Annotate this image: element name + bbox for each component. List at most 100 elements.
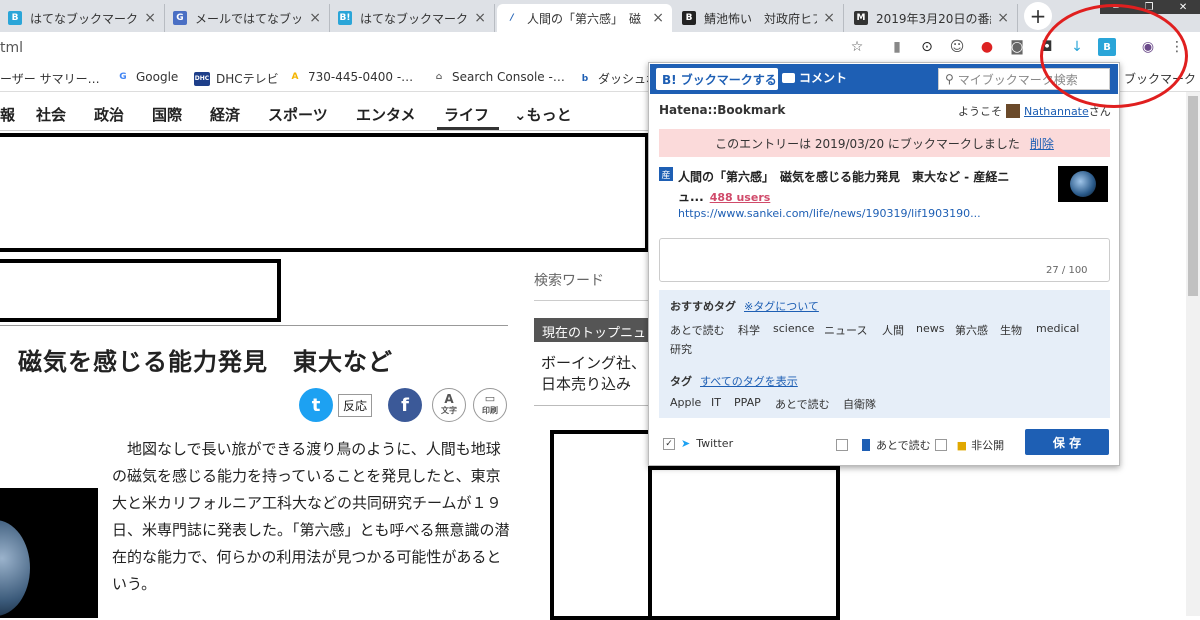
extension-icon[interactable]: ⊙ bbox=[918, 38, 936, 56]
user-tag[interactable]: PPAP bbox=[734, 396, 761, 409]
redacted-ad-box bbox=[0, 133, 649, 252]
browser-tab[interactable]: M 2019年3月20日の番組 × bbox=[846, 4, 1018, 32]
nav-item[interactable]: 報 bbox=[0, 104, 15, 125]
browser-tab[interactable]: B 鯖池怖い 対政府ヒア × bbox=[674, 4, 844, 32]
nav-item-active[interactable]: ライフ bbox=[444, 104, 489, 125]
twitter-share-option[interactable]: ✓ ➤ Twitter bbox=[663, 437, 733, 450]
bookmark-options: あとで読む ■ 非公開 bbox=[836, 437, 1004, 453]
bookmark-tab-button[interactable]: B! ブックマークする bbox=[656, 68, 778, 90]
close-icon[interactable]: × bbox=[309, 10, 321, 26]
recommended-tags-header: おすすめタグ ※タグについて bbox=[670, 298, 819, 314]
camera-icon[interactable]: ◙ bbox=[1008, 38, 1026, 56]
reaction-button[interactable]: 反応 bbox=[338, 394, 373, 417]
bookmark-item[interactable]: G Google bbox=[116, 70, 178, 84]
bookmark-item[interactable]: ⌂ Search Console -… bbox=[432, 70, 565, 84]
scrollbar-thumb[interactable] bbox=[1188, 96, 1198, 296]
entry-users-link[interactable]: 488 users bbox=[710, 191, 771, 204]
entry-title[interactable]: 人間の「第六感」 磁気を感じる能力発見 東大など - 産経ニュ... 488 us… bbox=[678, 167, 1050, 208]
comment-label: コメント bbox=[799, 71, 848, 85]
print-button[interactable]: ▭ 印刷 bbox=[473, 388, 507, 422]
read-later-checkbox[interactable] bbox=[836, 439, 848, 451]
record-icon[interactable]: ● bbox=[978, 38, 996, 56]
browser-tab-active[interactable]: / 人間の「第六感」 磁 × bbox=[497, 4, 672, 32]
nav-item[interactable]: スポーツ bbox=[268, 104, 328, 125]
bookmark-label: 730-445-0400 -… bbox=[308, 70, 414, 84]
char-counter: 27 / 100 bbox=[1046, 265, 1088, 276]
show-all-tags-link[interactable]: すべてのタグを表示 bbox=[700, 375, 798, 388]
bookmark-label: ーザー サマリー… bbox=[0, 72, 100, 86]
tab-title: 人間の「第六感」 磁 bbox=[527, 11, 642, 26]
close-icon[interactable]: × bbox=[474, 10, 486, 26]
search-icon: ⚲ bbox=[945, 72, 954, 86]
bookmark-item[interactable]: DHC DHCテレビ bbox=[194, 70, 279, 87]
recommended-tag[interactable]: 科学 bbox=[738, 322, 760, 338]
recommended-tag[interactable]: 研究 bbox=[670, 341, 692, 357]
bookmarked-notice: このエントリーは 2019/03/20 にブックマークしました 削除 bbox=[659, 129, 1110, 157]
recommended-tag[interactable]: medical bbox=[1036, 322, 1079, 335]
browser-tab[interactable]: B! はてなブックマーク - × bbox=[330, 4, 495, 32]
google-icon: G bbox=[119, 72, 127, 82]
user-tag[interactable]: IT bbox=[711, 396, 721, 409]
extension-icon[interactable]: ☺ bbox=[948, 38, 966, 56]
tab-title: 2019年3月20日の番組 bbox=[876, 11, 992, 26]
read-later-label: あとで読む bbox=[876, 439, 931, 452]
comment-textarea[interactable] bbox=[659, 238, 1110, 282]
news-item-link[interactable]: ボーイング社、日本売り込み bbox=[541, 353, 650, 395]
bookmark-item[interactable]: A 730-445-0400 -… bbox=[288, 70, 414, 84]
close-icon[interactable]: × bbox=[144, 10, 156, 26]
nav-active-indicator bbox=[437, 127, 499, 130]
tab-favicon-icon: B bbox=[682, 11, 696, 25]
dhc-icon: DHC bbox=[194, 71, 210, 86]
redacted-ad-box bbox=[550, 430, 654, 620]
welcome-text: ようこそ Nathannate さん bbox=[958, 103, 1111, 119]
recommended-tag[interactable]: あとで読む bbox=[670, 322, 725, 338]
tab-title: 鯖池怖い 対政府ヒア bbox=[704, 11, 818, 26]
tab-favicon-icon: / bbox=[510, 13, 514, 23]
close-icon[interactable]: × bbox=[823, 10, 835, 26]
text-size-button[interactable]: A 文字 bbox=[432, 388, 466, 422]
divider bbox=[0, 325, 508, 326]
twitter-share-button[interactable]: t bbox=[299, 388, 333, 422]
comment-tab-button[interactable]: コメント bbox=[782, 69, 847, 86]
facebook-icon: f bbox=[401, 394, 409, 416]
about-tags-link[interactable]: ※タグについて bbox=[744, 300, 819, 313]
tab-favicon-icon: B bbox=[8, 11, 22, 25]
nav-item-more[interactable]: ⌄もっと bbox=[514, 104, 572, 125]
nav-item[interactable]: 国際 bbox=[152, 104, 182, 125]
recommended-tag[interactable]: 人間 bbox=[882, 322, 904, 338]
address-bar-text[interactable]: tml bbox=[0, 40, 23, 56]
close-icon[interactable]: × bbox=[997, 10, 1009, 26]
user-tag[interactable]: あとで読む bbox=[775, 396, 830, 412]
recommended-tag[interactable]: ニュース bbox=[824, 322, 867, 338]
recommended-tag[interactable]: science bbox=[773, 322, 814, 335]
star-icon[interactable]: ☆ bbox=[848, 38, 866, 56]
browser-tab[interactable]: G メールではてなブック × bbox=[165, 4, 330, 32]
nav-item[interactable]: エンタメ bbox=[356, 104, 416, 125]
close-icon[interactable]: × bbox=[652, 10, 664, 26]
facebook-share-button[interactable]: f bbox=[388, 388, 422, 422]
entry-url[interactable]: https://www.sankei.com/life/news/190319/… bbox=[678, 207, 981, 220]
close-window-icon[interactable]: ✕ bbox=[1179, 2, 1187, 13]
extension-icon[interactable]: ▮ bbox=[888, 38, 906, 56]
bookmark-item[interactable]: ーザー サマリー… bbox=[0, 70, 100, 87]
delete-link[interactable]: 削除 bbox=[1030, 135, 1054, 152]
bookmark-item[interactable]: b ダッシュボ bbox=[578, 70, 658, 87]
private-checkbox[interactable] bbox=[934, 439, 947, 451]
private-label: 非公開 bbox=[971, 439, 1005, 452]
tab-title: メールではてなブック bbox=[195, 11, 304, 26]
recommended-tag[interactable]: news bbox=[916, 322, 944, 335]
user-avatar bbox=[1006, 104, 1020, 118]
recommended-tag[interactable]: 第六感 bbox=[955, 322, 988, 338]
save-button[interactable]: 保 存 bbox=[1025, 429, 1109, 455]
nav-item[interactable]: 社会 bbox=[36, 104, 66, 125]
twitter-checkbox[interactable]: ✓ bbox=[663, 437, 675, 450]
annotation-circle bbox=[1040, 4, 1188, 108]
browser-tab[interactable]: B はてなブックマーク - × bbox=[0, 4, 165, 32]
recommended-tag[interactable]: 生物 bbox=[1000, 322, 1022, 338]
nav-item[interactable]: 経済 bbox=[210, 104, 240, 125]
username-link[interactable]: Nathannate bbox=[1024, 105, 1089, 118]
user-tag[interactable]: Apple bbox=[670, 396, 701, 409]
nav-item[interactable]: 政治 bbox=[94, 104, 124, 125]
user-tag[interactable]: 自衛隊 bbox=[843, 396, 876, 412]
new-tab-button[interactable]: + bbox=[1024, 2, 1052, 30]
